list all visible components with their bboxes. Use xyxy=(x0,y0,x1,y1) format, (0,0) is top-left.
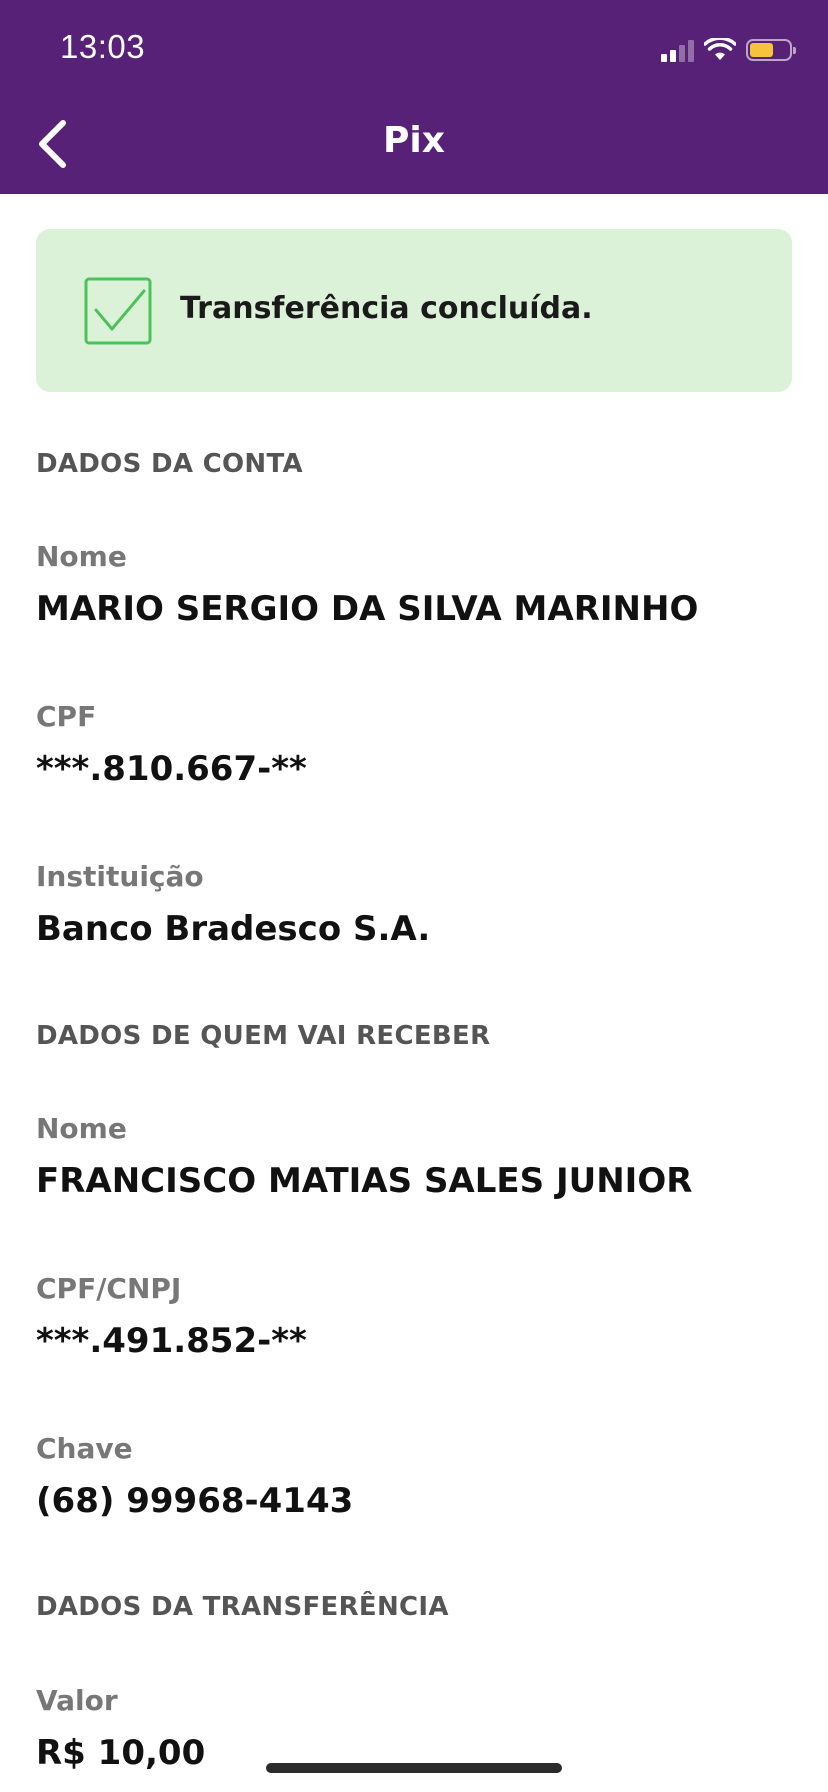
success-message: Transferência concluída. xyxy=(180,291,593,326)
receiver-key-value: (68) 99968-4143 xyxy=(36,1481,354,1521)
cellular-signal-icon xyxy=(661,38,694,62)
wifi-icon xyxy=(704,38,736,60)
section-title-account: DADOS DA CONTA xyxy=(36,449,303,479)
account-name-label: Nome xyxy=(36,540,127,573)
account-cpf-label: CPF xyxy=(36,700,97,733)
receiver-doc-value: ***.491.852-** xyxy=(36,1321,307,1361)
account-institution-label: Instituição xyxy=(36,860,204,893)
status-icons xyxy=(661,36,796,64)
section-title-transfer: DADOS DA TRANSFERÊNCIA xyxy=(36,1592,449,1622)
transfer-amount-value: R$ 10,00 xyxy=(36,1733,206,1773)
page-title: Pix xyxy=(383,120,445,161)
status-time: 13:03 xyxy=(60,28,146,65)
account-cpf-value: ***.810.667-** xyxy=(36,749,307,789)
transfer-amount-label: Valor xyxy=(36,1684,118,1717)
receiver-name-value: FRANCISCO MATIAS SALES JUNIOR xyxy=(36,1161,693,1201)
home-indicator[interactable] xyxy=(266,1763,562,1773)
app-header: 13:03 Pix xyxy=(0,0,828,194)
account-institution-value: Banco Bradesco S.A. xyxy=(36,909,431,949)
battery-icon xyxy=(746,39,796,61)
account-name-value: MARIO SERGIO DA SILVA MARINHO xyxy=(36,589,699,629)
receiver-name-label: Nome xyxy=(36,1112,127,1145)
receiver-doc-label: CPF/CNPJ xyxy=(36,1272,182,1305)
receiver-key-label: Chave xyxy=(36,1432,133,1465)
section-title-receiver: DADOS DE QUEM VAI RECEBER xyxy=(36,1021,491,1051)
check-square-icon xyxy=(84,277,152,345)
success-banner: Transferência concluída. xyxy=(36,229,792,392)
